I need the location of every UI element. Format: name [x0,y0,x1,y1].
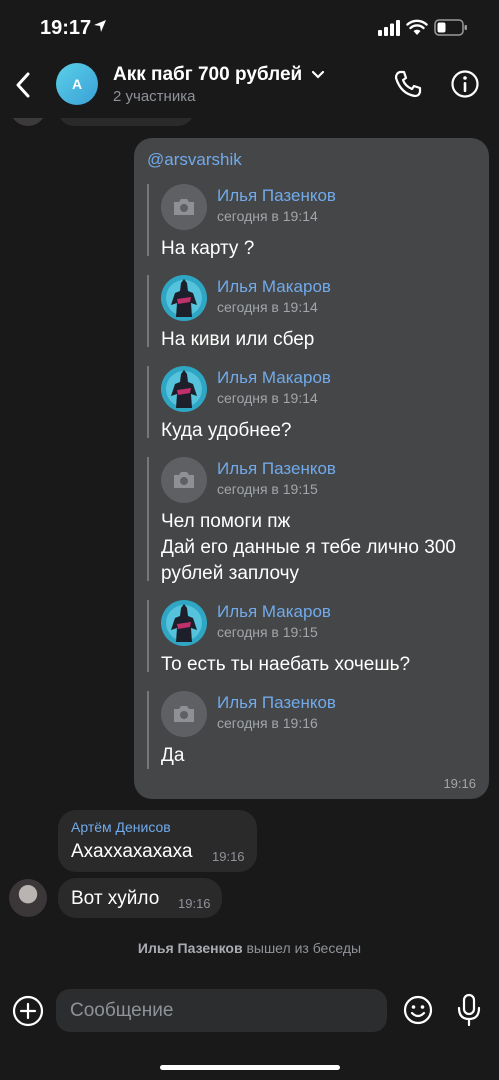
forwarded-quote[interactable]: Илья Пазенков сегодня в 19:15 Чел помоги… [147,457,456,584]
message-text: Вот хуйло [71,888,160,909]
chevron-down-icon[interactable] [311,70,325,80]
forwarded-quote[interactable]: Илья Макаров сегодня в 19:14 Куда удобне… [147,366,331,441]
character-avatar-icon [161,366,207,412]
system-message: Илья Пазенков вышел из беседы [0,940,499,956]
avatar [161,691,207,737]
forwarded-quote[interactable]: Илья Макаров сегодня в 19:14 На киви или… [147,275,331,350]
quote-author[interactable]: Илья Макаров [217,277,331,297]
quote-text: Куда удобнее? [161,420,292,441]
info-icon [451,70,479,98]
quote-text: Да [161,745,185,766]
forwarded-quote[interactable]: Илья Макаров сегодня в 19:15 То есть ты … [147,600,410,675]
message-time: 19:16 [178,896,211,911]
incoming-message[interactable]: Вот хуйло 19:16 [58,878,222,918]
quote-author[interactable]: Илья Макаров [217,368,331,388]
chat-avatar[interactable]: A [56,63,98,105]
smile-icon [403,995,433,1025]
chevron-left-icon [16,72,30,98]
quote-author[interactable]: Илья Пазенков [217,459,336,479]
info-button[interactable] [449,68,481,100]
camera-icon [174,472,194,488]
message-input[interactable] [56,989,387,1032]
chat-title[interactable]: Акк пабг 700 рублей [113,64,302,86]
message-time: 19:16 [443,776,476,791]
battery-icon [434,19,467,36]
avatar [161,184,207,230]
camera-icon [174,706,194,722]
chat-subtitle: 2 участника [113,88,196,105]
quote-author[interactable]: Илья Макаров [217,602,331,622]
voice-message-button[interactable] [456,993,482,1027]
avatar [161,366,207,412]
quote-date: сегодня в 19:15 [217,481,318,497]
wifi-icon [406,19,428,35]
camera-icon [174,199,194,215]
character-avatar-icon [161,600,207,646]
mention-link[interactable]: @arsvarshik [147,150,242,170]
microphone-icon [457,993,481,1027]
call-button[interactable] [392,68,424,100]
status-time: 19:17 [40,17,92,39]
home-indicator[interactable] [160,1065,340,1070]
quote-text: На карту ? [161,238,255,259]
system-action: вышел из беседы [246,940,362,956]
phone-icon [394,70,422,98]
forwarded-quote[interactable]: Илья Пазенков сегодня в 19:16 Да [147,691,336,769]
plus-circle-icon [12,995,44,1027]
status-bar: 19:17 [0,0,499,56]
location-arrow-icon [94,20,106,32]
avatar [161,457,207,503]
quote-author[interactable]: Илья Пазенков [217,693,336,713]
message-text: Ахаххахахаха [71,841,193,862]
quote-date: сегодня в 19:16 [217,715,318,731]
quote-date: сегодня в 19:14 [217,390,318,406]
incoming-message[interactable]: Артём Денисов Ахаххахахаха 19:16 [58,810,257,872]
quote-text: На киви или сбер [161,329,315,350]
sticker-button[interactable] [402,994,434,1026]
quote-date: сегодня в 19:15 [217,624,318,640]
quote-date: сегодня в 19:14 [217,299,318,315]
character-avatar-icon [161,275,207,321]
sender-name[interactable]: Артём Денисов [71,819,171,835]
quote-author[interactable]: Илья Пазенков [217,186,336,206]
forwarded-quote[interactable]: Илья Пазенков сегодня в 19:14 На карту ? [147,184,336,259]
quote-text: Чел помоги пж Дай его данные я тебе личн… [161,511,456,584]
message-time: 19:16 [212,849,245,864]
chat-screen: 19:17 A Акк пабг 700 рублей 2 участника [0,0,499,1080]
system-user-name[interactable]: Илья Пазенков [138,940,243,956]
avatar [161,600,207,646]
add-attachment-button[interactable] [11,994,45,1028]
back-button[interactable] [8,66,38,104]
outgoing-forwarded-message[interactable]: @arsvarshik Илья Пазенков сегодня в 19:1… [134,138,489,799]
cellular-signal-icon [378,20,400,36]
chat-header: A Акк пабг 700 рублей 2 участника [0,56,499,118]
avatar [161,275,207,321]
quote-text: То есть ты наебать хочешь? [161,654,411,675]
avatar[interactable] [9,879,47,917]
quote-date: сегодня в 19:14 [217,208,318,224]
